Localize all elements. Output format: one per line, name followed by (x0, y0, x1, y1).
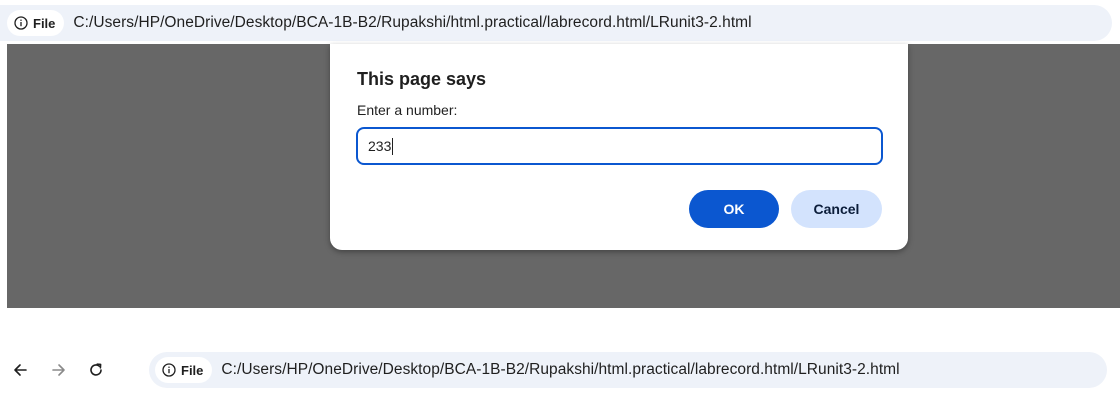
dialog-title: This page says (357, 69, 487, 89)
ok-button[interactable]: OK (689, 190, 779, 228)
top-address-bar: File C:/Users/HP/OneDrive/Desktop/BCA-1B… (0, 0, 1120, 44)
reload-icon (90, 363, 102, 376)
omnibox[interactable]: File C:/Users/HP/OneDrive/Desktop/BCA-1B… (149, 352, 1107, 388)
cancel-button[interactable]: Cancel (791, 190, 882, 228)
site-info-chip[interactable]: File (7, 10, 65, 36)
prompt-input-value: 233 (368, 138, 392, 154)
site-info-chip[interactable]: File (155, 357, 213, 383)
info-icon (14, 16, 28, 30)
dialog-message: Enter a number: (357, 102, 458, 118)
forward-button[interactable] (44, 355, 74, 385)
info-icon (162, 363, 176, 377)
arrow-right-icon (52, 364, 65, 376)
text-caret (392, 137, 394, 155)
arrow-left-icon (14, 364, 27, 376)
url-text[interactable]: C:/Users/HP/OneDrive/Desktop/BCA-1B-B2/R… (73, 14, 751, 32)
url-text[interactable]: C:/Users/HP/OneDrive/Desktop/BCA-1B-B2/R… (221, 361, 899, 379)
omnibox[interactable]: File C:/Users/HP/OneDrive/Desktop/BCA-1B… (0, 5, 1112, 41)
browser-toolbar: File C:/Users/HP/OneDrive/Desktop/BCA-1B… (0, 348, 1120, 392)
back-button[interactable] (5, 355, 35, 385)
prompt-input[interactable]: 233 (356, 127, 883, 165)
prompt-dialog: This page says Enter a number: 233 OK Ca… (330, 44, 908, 250)
site-info-label: File (33, 15, 56, 31)
reload-button[interactable] (81, 355, 111, 385)
site-info-label: File (181, 362, 204, 378)
